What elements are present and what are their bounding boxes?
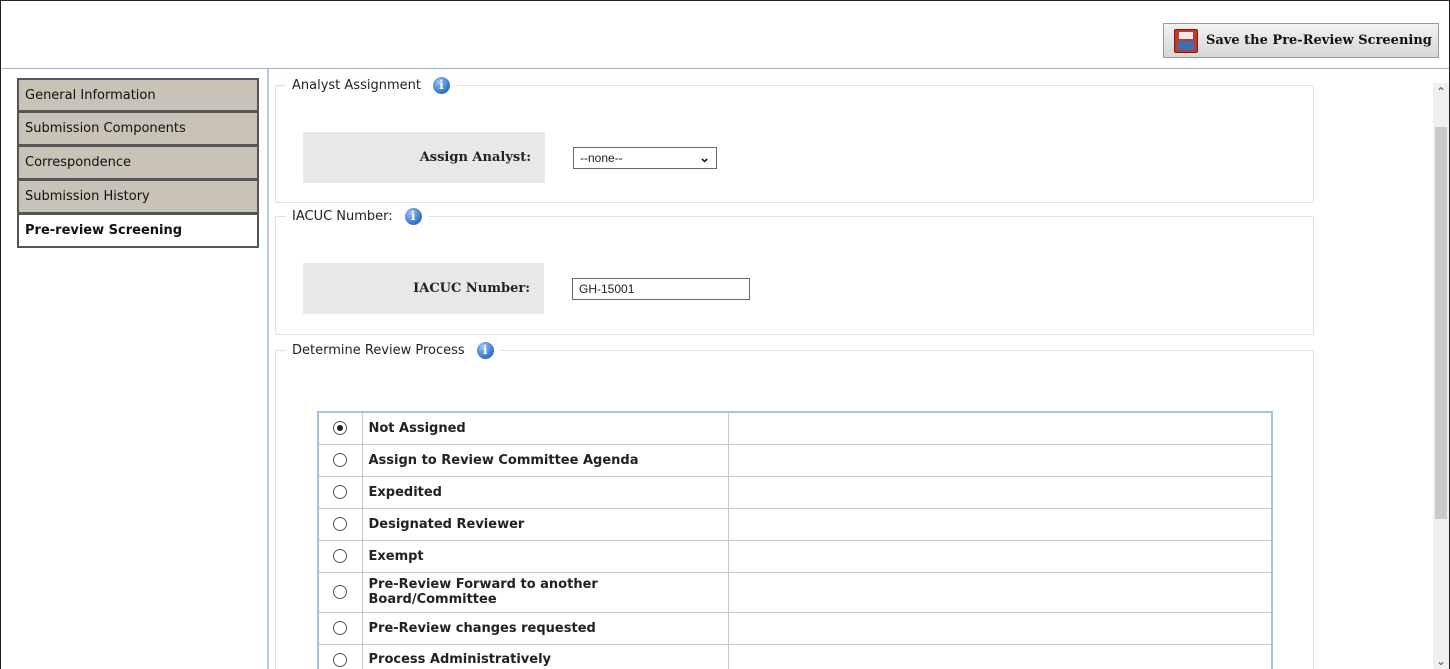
save-pre-review-button[interactable]: Save the Pre-Review Screening xyxy=(1163,23,1439,58)
review-option-label: Assign to Review Committee Agenda xyxy=(361,443,729,477)
sidebar-item-label: General Information xyxy=(25,87,156,103)
review-option-label: Expedited xyxy=(361,475,729,509)
review-option-row: Pre-Review Forward to another Board/Comm… xyxy=(317,571,1273,613)
sidebar-nav: General Information Submission Component… xyxy=(17,78,259,248)
radio-assign-to-review-committee-agenda[interactable] xyxy=(333,453,348,467)
review-option-label: Exempt xyxy=(361,539,729,573)
info-icon[interactable]: i xyxy=(476,342,494,359)
assign-analyst-select[interactable]: --none-- ⌄ xyxy=(573,146,717,169)
review-option-label: Process Administratively xyxy=(361,643,729,669)
review-process-table: Not Assigned Assign to Review Committee … xyxy=(317,411,1273,669)
iacuc-number-section: IACUC Number: i IACUC Number: GH-15001 xyxy=(275,208,1314,335)
review-option-row: Process Administratively xyxy=(317,643,1273,669)
review-option-label: Designated Reviewer xyxy=(361,507,729,541)
review-option-row: Exempt xyxy=(317,539,1273,573)
save-button-label: Save the Pre-Review Screening xyxy=(1206,33,1432,48)
review-option-row: Designated Reviewer xyxy=(317,507,1273,541)
radio-designated-reviewer[interactable] xyxy=(333,517,348,531)
review-option-label: Pre-Review Forward to another Board/Comm… xyxy=(361,571,729,613)
review-option-row: Not Assigned xyxy=(317,411,1273,445)
radio-not-assigned[interactable] xyxy=(333,421,348,436)
sidebar-item-submission-components[interactable]: Submission Components xyxy=(17,112,259,146)
iacuc-number-label: IACUC Number: xyxy=(303,263,544,314)
review-option-label: Pre-Review changes requested xyxy=(361,611,729,645)
panel-divider xyxy=(267,69,269,669)
chevron-down-icon[interactable]: ⌄ xyxy=(1433,654,1449,668)
review-option-row: Pre-Review changes requested xyxy=(317,611,1273,645)
main-content: Analyst Assignment i Assign Analyst: --n… xyxy=(275,69,1435,669)
radio-expedited[interactable] xyxy=(333,485,348,499)
radio-process-administratively[interactable] xyxy=(333,652,348,667)
radio-pre-review-changes-requested[interactable] xyxy=(333,621,348,635)
info-icon[interactable]: i xyxy=(404,208,422,225)
sidebar-item-pre-review-screening[interactable]: Pre-review Screening xyxy=(17,214,259,248)
assign-analyst-label: Assign Analyst: xyxy=(303,132,545,183)
radio-pre-review-forward[interactable] xyxy=(333,585,348,599)
info-icon[interactable]: i xyxy=(432,77,450,94)
assign-analyst-value: --none-- xyxy=(580,150,623,165)
sidebar-item-general-information[interactable]: General Information xyxy=(17,78,259,112)
review-option-label: Not Assigned xyxy=(361,411,729,445)
analyst-assignment-legend: Analyst Assignment xyxy=(292,78,421,93)
review-option-row: Expedited xyxy=(317,475,1273,509)
toolbar: Save the Pre-Review Screening xyxy=(2,2,1449,69)
sidebar-item-label: Pre-review Screening xyxy=(25,223,183,238)
iacuc-number-input[interactable]: GH-15001 xyxy=(572,277,750,300)
scrollbar-thumb[interactable] xyxy=(1435,127,1447,519)
chevron-down-icon: ⌄ xyxy=(699,149,710,165)
chevron-up-icon[interactable]: ⌃ xyxy=(1433,85,1449,99)
iacuc-number-legend: IACUC Number: xyxy=(292,209,393,224)
app-frame: Save the Pre-Review Screening General In… xyxy=(0,0,1450,669)
sidebar-item-submission-history[interactable]: Submission History xyxy=(17,180,259,214)
sidebar-item-label: Submission History xyxy=(25,189,150,204)
vertical-scrollbar[interactable]: ⌃ ⌄ xyxy=(1433,83,1449,669)
determine-review-process-section: Determine Review Process i Not Assigned … xyxy=(275,342,1314,669)
radio-exempt[interactable] xyxy=(333,549,348,563)
sidebar-item-correspondence[interactable]: Correspondence xyxy=(17,146,259,180)
sidebar-item-label: Submission Components xyxy=(25,121,186,136)
analyst-assignment-section: Analyst Assignment i Assign Analyst: --n… xyxy=(275,77,1314,203)
sidebar-item-label: Correspondence xyxy=(25,155,132,170)
determine-review-process-legend: Determine Review Process xyxy=(292,343,465,358)
floppy-disk-icon xyxy=(1174,28,1198,53)
review-option-row: Assign to Review Committee Agenda xyxy=(317,443,1273,477)
